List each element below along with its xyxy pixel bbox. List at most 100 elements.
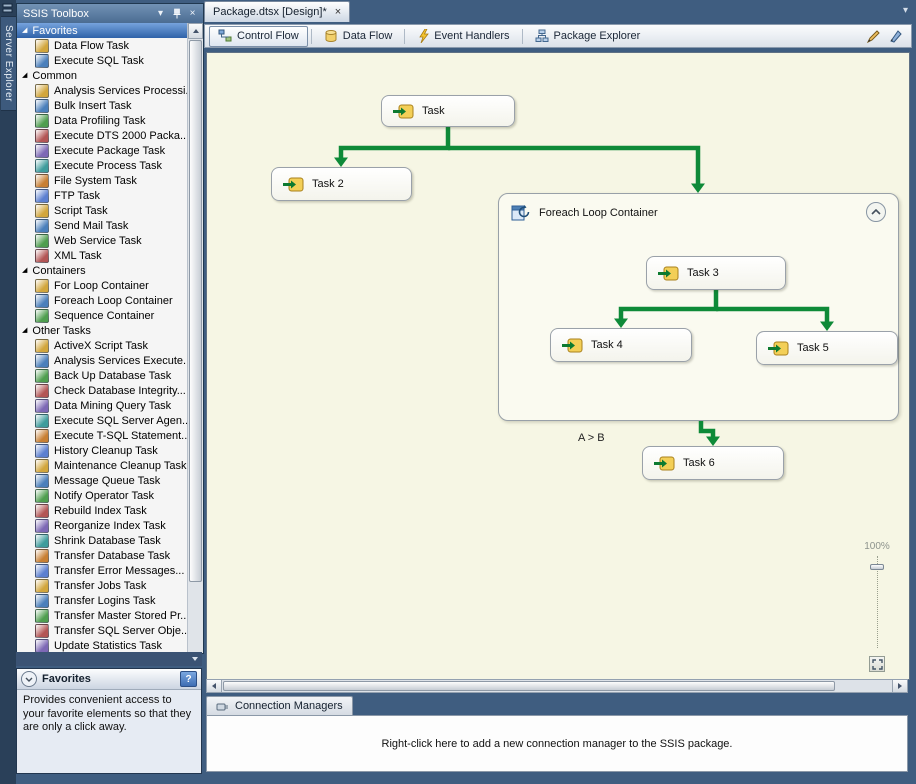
toolbox-scrollbar[interactable] <box>187 23 203 653</box>
toolbox-item[interactable]: Shrink Database Task <box>17 533 188 548</box>
task-node[interactable]: Task 6 <box>642 446 784 480</box>
toolbox-item-label: Transfer Master Stored Pr... <box>54 610 188 622</box>
toolbox-item[interactable]: Update Statistics Task <box>17 638 188 653</box>
design-surface[interactable]: Foreach Loop Container Task Task 2 <box>206 52 910 680</box>
toolbox-item[interactable]: Script Task <box>17 203 188 218</box>
toolbox-item[interactable]: Notify Operator Task <box>17 488 188 503</box>
toolbox-item[interactable]: Maintenance Cleanup Task <box>17 458 188 473</box>
tab-data-flow[interactable]: Data Flow <box>315 26 402 47</box>
toolbox-item[interactable]: Execute DTS 2000 Packa... <box>17 128 188 143</box>
toolbox-item[interactable]: Data Profiling Task <box>17 113 188 128</box>
pin-icon[interactable] <box>170 8 183 19</box>
scroll-up-button[interactable] <box>188 23 203 39</box>
toolbox-bottom-splitter[interactable] <box>16 652 202 666</box>
pencil-icon[interactable] <box>866 29 881 44</box>
toolbox-section-containers[interactable]: ◢Containers <box>17 263 188 278</box>
task-node[interactable]: Task <box>381 95 515 127</box>
toolbox-item[interactable]: Transfer Master Stored Pr... <box>17 608 188 623</box>
toolbox-item[interactable]: Transfer Logins Task <box>17 593 188 608</box>
zoom-slider[interactable] <box>870 556 884 648</box>
event-handlers-icon <box>417 29 429 43</box>
toolbox-item[interactable]: Execute T-SQL Statement... <box>17 428 188 443</box>
server-explorer-tab[interactable]: Server Explorer <box>1 16 17 111</box>
toolbox-item[interactable]: Data Flow Task <box>17 38 188 53</box>
help-icon[interactable]: ? <box>180 671 197 687</box>
toolbox-item[interactable]: Rebuild Index Task <box>17 503 188 518</box>
scroll-right-button[interactable] <box>892 680 907 692</box>
toolbox-item[interactable]: Execute SQL Task <box>17 53 188 68</box>
toolbox-item[interactable]: Check Database Integrity... <box>17 383 188 398</box>
toolbox-item[interactable]: File System Task <box>17 173 188 188</box>
task-node[interactable]: Task 5 <box>756 331 898 365</box>
toolbox-item[interactable]: Transfer SQL Server Obje... <box>17 623 188 638</box>
expander-icon[interactable]: ◢ <box>22 267 27 274</box>
toolbox-item-label: Execute T-SQL Statement... <box>54 430 188 442</box>
toolbox-item[interactable]: Sequence Container <box>17 308 188 323</box>
toolbox-item-label: Data Profiling Task <box>54 115 146 127</box>
expander-icon[interactable]: ◢ <box>22 327 27 334</box>
toolbox-item[interactable]: Transfer Jobs Task <box>17 578 188 593</box>
task-label: Task 2 <box>312 178 344 190</box>
container-collapse-button[interactable] <box>866 202 886 222</box>
scroll-down-icon[interactable] <box>192 657 198 661</box>
tab-package-explorer[interactable]: Package Explorer <box>526 26 650 47</box>
close-icon[interactable]: × <box>186 7 199 20</box>
document-tab[interactable]: Package.dtsx [Design]* × <box>204 1 350 22</box>
connection-managers-area[interactable]: Right-click here to add a new connection… <box>206 715 908 772</box>
horizontal-scrollbar[interactable] <box>206 679 908 693</box>
window-position-icon[interactable]: ▾ <box>154 7 167 20</box>
toolbox-item[interactable]: Bulk Insert Task <box>17 98 188 113</box>
toolbox-item[interactable]: Execute SQL Server Agen... <box>17 413 188 428</box>
toolbox-item[interactable]: History Cleanup Task <box>17 443 188 458</box>
toolbox-item[interactable]: Web Service Task <box>17 233 188 248</box>
connection-managers-tab[interactable]: Connection Managers <box>206 696 353 715</box>
toolbox-section-favorites[interactable]: ◢Favorites <box>17 23 188 38</box>
tab-list-chevron-icon[interactable]: ▾ <box>903 5 908 16</box>
foreach-loop-container-node[interactable]: Foreach Loop Container <box>498 193 899 421</box>
zoom-slider-thumb[interactable] <box>870 564 884 570</box>
constraint-expression-label[interactable]: A > B <box>578 432 605 444</box>
expander-icon[interactable]: ◢ <box>22 27 27 34</box>
expander-icon[interactable]: ◢ <box>22 72 27 79</box>
toolbox-item-icon <box>35 309 49 323</box>
tab-event-handlers[interactable]: Event Handlers <box>408 26 518 47</box>
toolbox-scrollbar-thumb[interactable] <box>189 40 202 582</box>
toolbox-section-common[interactable]: ◢ Common <box>17 68 188 83</box>
toolbox-item[interactable]: Analysis Services Processi... <box>17 83 188 98</box>
toolbox-item[interactable]: Transfer Error Messages... <box>17 563 188 578</box>
tab-control-flow[interactable]: Control Flow <box>209 26 308 47</box>
toolbox-item[interactable]: FTP Task <box>17 188 188 203</box>
toolbox-item-icon <box>35 624 49 638</box>
task-node[interactable]: Task 4 <box>550 328 692 362</box>
task-node[interactable]: Task 3 <box>646 256 786 290</box>
toolbox-item[interactable]: Back Up Database Task <box>17 368 188 383</box>
toolbox-item[interactable]: Foreach Loop Container <box>17 293 188 308</box>
toolbox-item[interactable]: Data Mining Query Task <box>17 398 188 413</box>
connection-managers-tab-label: Connection Managers <box>235 700 343 712</box>
collapse-chevron-icon[interactable] <box>21 671 37 687</box>
toolbox-section-other-tasks[interactable]: ◢Other Tasks <box>17 323 188 338</box>
toolbox-item[interactable]: XML Task <box>17 248 188 263</box>
toolbox-section-label: Common <box>32 70 77 82</box>
toolbox-item[interactable]: For Loop Container <box>17 278 188 293</box>
toolbox-item[interactable]: Execute Process Task <box>17 158 188 173</box>
favorites-panel-header[interactable]: Favorites ? <box>17 669 201 690</box>
toolbox-item[interactable]: Reorganize Index Task <box>17 518 188 533</box>
toolbox-item[interactable]: Send Mail Task <box>17 218 188 233</box>
scroll-left-button[interactable] <box>207 680 222 692</box>
toolbox-item-label: File System Task <box>54 175 137 187</box>
toolbox-item[interactable]: Transfer Database Task <box>17 548 188 563</box>
horizontal-scrollbar-thumb[interactable] <box>223 681 835 691</box>
toolbox-item-icon <box>35 579 49 593</box>
task-node[interactable]: Task 2 <box>271 167 412 201</box>
toolbox-item[interactable]: Analysis Services Execute... <box>17 353 188 368</box>
toolbox-item[interactable]: Message Queue Task <box>17 473 188 488</box>
close-icon[interactable]: × <box>335 7 341 17</box>
pen-icon[interactable] <box>888 29 903 44</box>
zoom-fit-button[interactable] <box>869 656 885 672</box>
toolbox-header[interactable]: SSIS Toolbox ▾ × <box>17 4 203 23</box>
toolbox-item-icon <box>35 144 49 158</box>
toolbox-item[interactable]: ActiveX Script Task <box>17 338 188 353</box>
toolbox-item[interactable]: Execute Package Task <box>17 143 188 158</box>
toolbox-item-icon <box>35 189 49 203</box>
